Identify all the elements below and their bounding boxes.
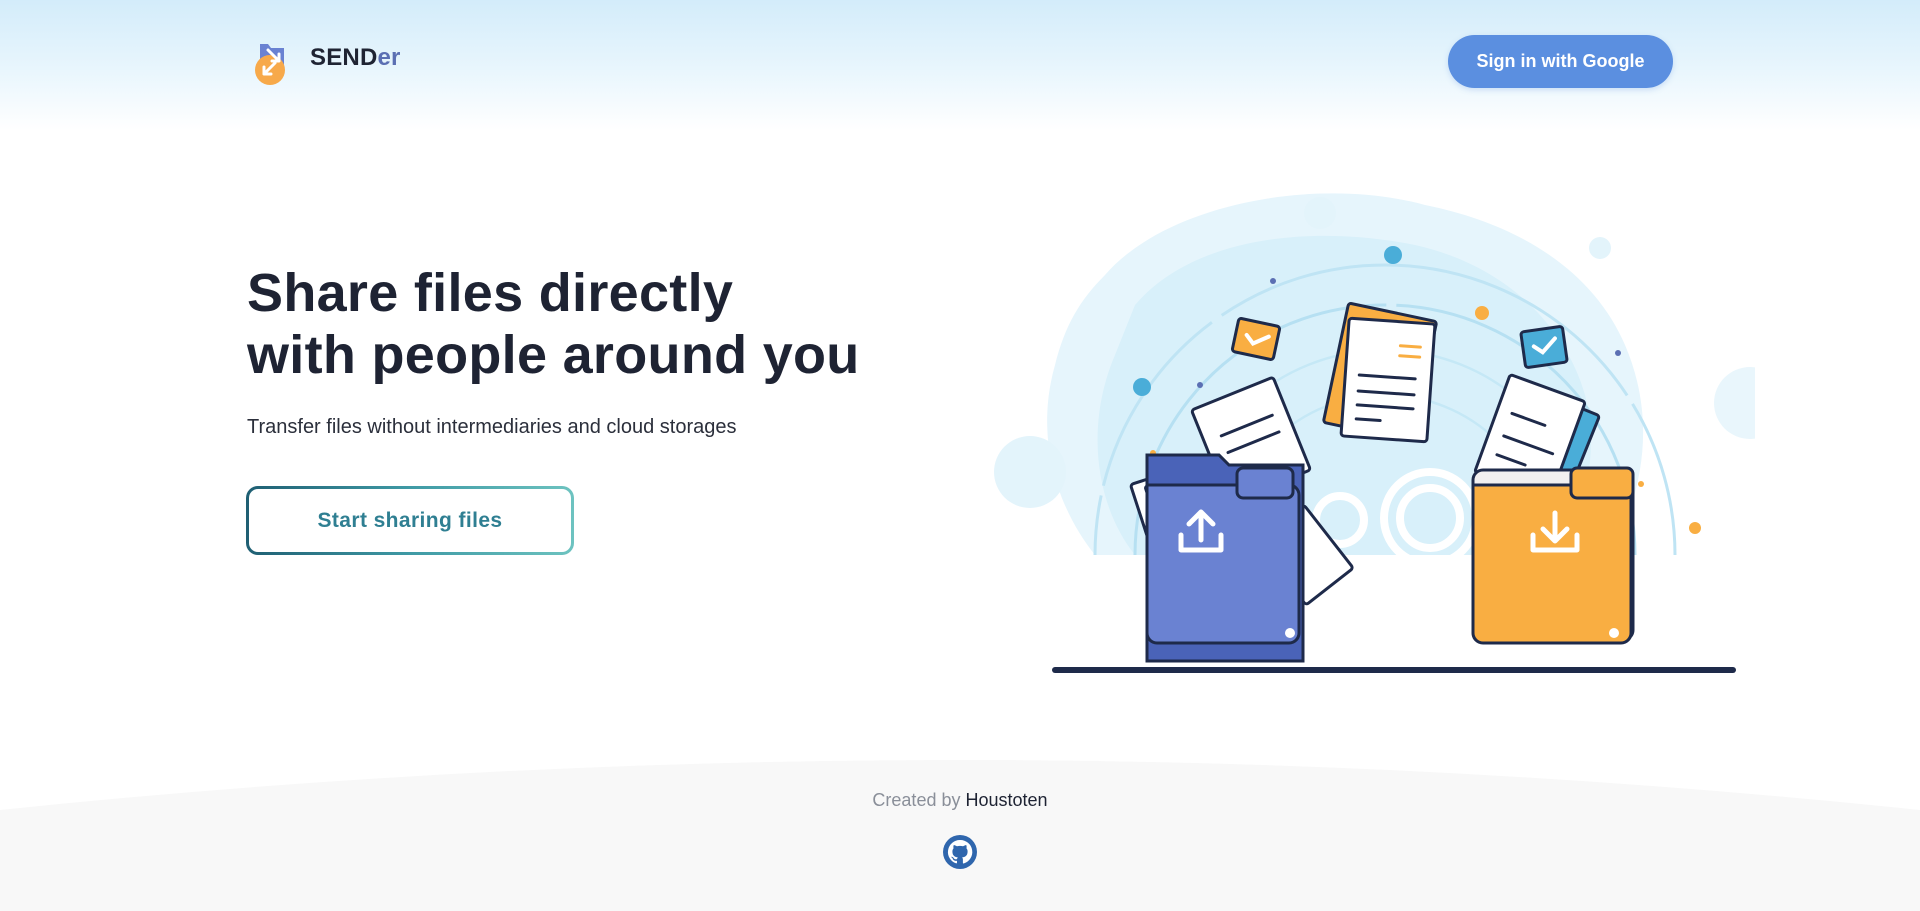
site-header: SENDer Sign in with Google <box>0 0 1920 124</box>
logo-er: er <box>377 44 401 71</box>
checkmark-icon <box>1230 317 1282 361</box>
checkmark-icon <box>1519 325 1569 369</box>
start-sharing-button[interactable]: Start sharing files <box>246 486 574 555</box>
logo-send: SEND <box>310 44 378 71</box>
hero-title-line-2: with people around you <box>247 325 860 385</box>
github-icon[interactable] <box>942 834 978 870</box>
hero-title: Share files directly with people around … <box>247 262 860 386</box>
author-link[interactable]: Houstoten <box>966 790 1048 810</box>
logo-text: SENDer <box>310 44 401 72</box>
footer-background <box>0 760 1920 911</box>
start-sharing-label: Start sharing files <box>249 489 571 552</box>
sign-in-google-button[interactable]: Sign in with Google <box>1448 35 1673 88</box>
created-by-label: Created by <box>872 790 961 810</box>
credit-line: Created by Houstoten <box>0 790 1920 811</box>
logo-icon <box>255 44 285 85</box>
hero-subtitle: Transfer files without intermediaries an… <box>247 416 737 438</box>
hero-title-line-1: Share files directly <box>247 263 734 323</box>
upload-folder <box>1145 453 1305 663</box>
file-sharing-illustration <box>994 193 1755 673</box>
download-folder <box>1471 466 1635 645</box>
logo[interactable]: SENDer <box>246 30 401 86</box>
